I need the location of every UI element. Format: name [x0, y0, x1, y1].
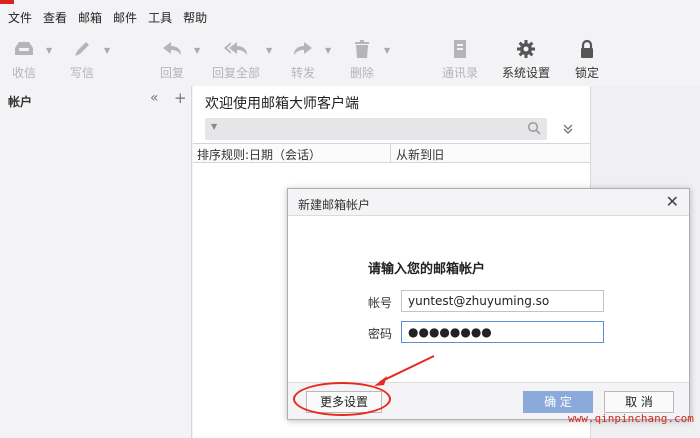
- menu-bar: 文件 查看 邮箱 邮件 工具 帮助: [0, 6, 218, 28]
- password-field[interactable]: [401, 321, 604, 343]
- account-label: 帐号: [368, 296, 393, 310]
- inbox-icon: [15, 42, 33, 55]
- ok-button[interactable]: 确 定: [523, 391, 593, 413]
- settings-button[interactable]: 系统设置: [496, 34, 556, 82]
- search-input[interactable]: ▼: [205, 118, 547, 140]
- menu-mailbox[interactable]: 邮箱: [78, 9, 102, 26]
- delete-button[interactable]: 删除: [332, 34, 392, 82]
- compose-dropdown-caret[interactable]: ▼: [104, 46, 110, 55]
- sort-order[interactable]: 从新到旧: [396, 146, 444, 163]
- watermark-text: www.qinpinchang.com: [568, 412, 694, 425]
- reply-dropdown-caret[interactable]: ▼: [194, 46, 200, 55]
- search-scope-dropdown-icon[interactable]: ▼: [211, 122, 217, 131]
- sort-header: 排序规则:日期（会话） 从新到旧: [193, 143, 590, 163]
- receive-button[interactable]: 收信: [0, 34, 54, 82]
- reply-all-button[interactable]: 回复全部: [206, 34, 266, 82]
- lock-icon: [581, 39, 593, 58]
- password-label: 密码: [368, 327, 393, 341]
- compose-button[interactable]: 写信: [52, 34, 112, 82]
- menu-mail[interactable]: 邮件: [113, 9, 137, 26]
- forward-button[interactable]: 转发: [273, 34, 333, 82]
- sort-rule[interactable]: 排序规则:日期（会话）: [197, 146, 321, 163]
- reply-button[interactable]: 回复: [142, 34, 202, 82]
- menu-view[interactable]: 查看: [43, 9, 67, 26]
- accounts-title: 帐户: [8, 95, 33, 109]
- address-book-icon: [454, 40, 466, 58]
- gear-icon: [517, 40, 535, 58]
- welcome-title: 欢迎使用邮箱大师客户端: [205, 96, 359, 112]
- delete-dropdown-caret[interactable]: ▼: [384, 46, 390, 55]
- forward-icon: [294, 42, 312, 55]
- account-field[interactable]: [401, 290, 604, 312]
- app-logo-corner: [0, 0, 14, 4]
- reply-all-icon: [224, 42, 247, 55]
- dialog-title: 新建邮箱帐户: [298, 198, 371, 212]
- reply-all-dropdown-caret[interactable]: ▼: [266, 46, 272, 55]
- add-account-icon[interactable]: +: [174, 89, 187, 107]
- lock-button[interactable]: 锁定: [557, 34, 617, 82]
- menu-file[interactable]: 文件: [8, 9, 32, 26]
- pen-icon: [75, 42, 89, 56]
- dialog-header: 新建邮箱帐户 ✕: [288, 189, 689, 216]
- toolbar: 收信 ▼ 写信 ▼ 回复 ▼ 回复全部 ▼ 转发 ▼ 删除 ▼ 通讯录 系统设置…: [0, 30, 700, 86]
- menu-tools[interactable]: 工具: [148, 9, 172, 26]
- cancel-button[interactable]: 取 消: [604, 391, 674, 413]
- collapse-sidebar-icon[interactable]: «: [150, 90, 159, 106]
- forward-dropdown-caret[interactable]: ▼: [325, 46, 331, 55]
- dialog-prompt: 请输入您的邮箱帐户: [368, 262, 486, 277]
- expand-filter-icon[interactable]: [562, 123, 574, 135]
- search-icon[interactable]: [527, 121, 541, 135]
- menu-help[interactable]: 帮助: [183, 9, 207, 26]
- trash-icon: [355, 40, 369, 58]
- close-icon[interactable]: ✕: [666, 192, 679, 211]
- accounts-sidebar: 帐户 « +: [0, 86, 192, 438]
- annotation-arrow-icon: [374, 355, 435, 386]
- contacts-button[interactable]: 通讯录: [430, 34, 490, 82]
- reply-icon: [163, 42, 181, 55]
- sort-divider: [390, 144, 391, 162]
